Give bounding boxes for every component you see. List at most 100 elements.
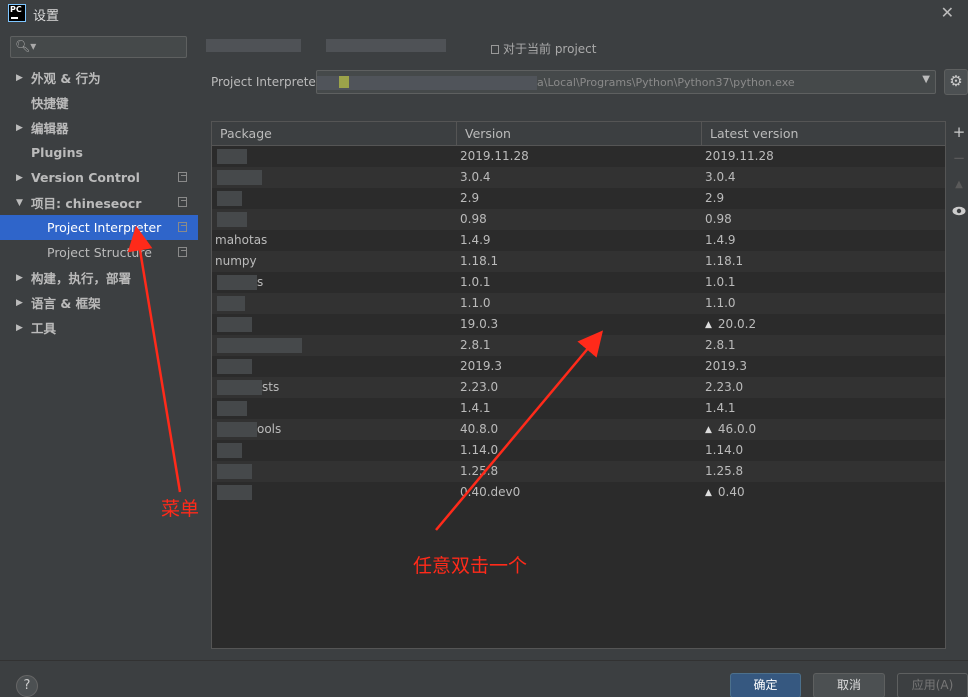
eye-icon[interactable]: [951, 203, 967, 219]
latest-version-cell: 0.98: [705, 209, 732, 230]
table-row[interactable]: 1.25.8 1.25.8: [212, 461, 945, 482]
latest-version-text: 20.0.2: [717, 317, 757, 331]
package-name-redacted: [217, 422, 257, 437]
latest-version-text: 1.4.9: [705, 233, 736, 247]
chevron-right-icon[interactable]: ▶: [16, 273, 23, 283]
close-icon[interactable]: ✕: [941, 3, 954, 22]
version-cell: 2.8.1: [460, 338, 491, 352]
chevron-right-icon[interactable]: ▶: [16, 323, 23, 333]
latest-version-cell: 1.25.8: [705, 461, 743, 482]
package-name-cell: ools: [257, 422, 282, 436]
remove-package-button[interactable]: −: [951, 150, 967, 166]
sidebar-item-build-execution-deployment[interactable]: ▶ 构建，执行，部署: [0, 265, 198, 290]
chevron-down-icon[interactable]: ▼: [16, 198, 23, 208]
table-row[interactable]: s 1.0.1 1.0.1: [212, 272, 945, 293]
package-name-redacted: [217, 338, 302, 353]
table-row[interactable]: mahotas 1.4.9 1.4.9: [212, 230, 945, 251]
version-cell: 2.23.0: [460, 380, 499, 394]
settings-search-input[interactable]: [35, 38, 183, 56]
package-name-redacted: [217, 464, 252, 479]
package-name-redacted: [217, 170, 262, 185]
table-row[interactable]: numpy 1.18.1 1.18.1: [212, 251, 945, 272]
chevron-down-icon[interactable]: ▼: [922, 74, 930, 85]
table-row[interactable]: 0.40.dev0 ▲ 0.40: [212, 482, 945, 503]
sidebar-item-project-interpreter[interactable]: Project Interpreter: [0, 215, 198, 240]
table-body: 2019.11.28 2019.11.28 3.0.4 3.0.4 2.9 2.9 0.98…: [212, 146, 945, 503]
ok-button[interactable]: 确定: [730, 673, 801, 697]
chevron-right-icon[interactable]: ▶: [16, 123, 23, 133]
latest-version-text: 2.9: [705, 191, 725, 205]
latest-version-cell: 2.9: [705, 188, 724, 209]
chevron-right-icon[interactable]: ▶: [16, 73, 23, 83]
package-name-cell: mahotas: [215, 233, 268, 247]
menu-annotation: 菜单: [161, 498, 200, 520]
latest-version-cell: 2.8.1: [705, 335, 736, 356]
table-row[interactable]: 2019.3 2019.3: [212, 356, 945, 377]
sidebar-item-project-chineseocr[interactable]: ▼ 项目: chineseocr: [0, 190, 198, 215]
latest-version-cell: 2.23.0: [705, 377, 743, 398]
scope-note: 对于当前 project: [491, 40, 596, 57]
table-row[interactable]: 2.8.1 2.8.1: [212, 335, 945, 356]
package-name-redacted: [217, 317, 252, 332]
sidebar-item-editor[interactable]: ▶ 编辑器: [0, 115, 198, 140]
table-row[interactable]: 3.0.4 3.0.4: [212, 167, 945, 188]
sidebar-item-tools[interactable]: ▶ 工具: [0, 315, 198, 340]
latest-version-cell: 2019.11.28: [705, 146, 774, 167]
help-button[interactable]: ?: [16, 675, 38, 697]
column-header-version[interactable]: Version: [457, 122, 702, 146]
settings-search-box[interactable]: 🔍︎▾: [10, 36, 187, 58]
latest-version-text: 1.1.0: [705, 296, 736, 310]
latest-version-text: 2019.3: [705, 359, 747, 373]
cancel-button[interactable]: 取消: [813, 673, 885, 697]
table-row[interactable]: 2.9 2.9: [212, 188, 945, 209]
sidebar-item-label: Plugins: [31, 145, 83, 160]
window-title: 设置: [33, 9, 60, 24]
sidebar-item-appearance-behavior[interactable]: ▶ 外观 & 行为: [0, 65, 198, 90]
table-row[interactable]: 1.14.0 1.14.0: [212, 440, 945, 461]
sidebar-item-keymap[interactable]: 快捷键: [0, 90, 198, 115]
table-row[interactable]: 19.0.3 ▲ 20.0.2: [212, 314, 945, 335]
interpreter-select[interactable]: a\Local\Programs\Python\Python37\python.…: [316, 70, 936, 94]
gear-icon[interactable]: ⚙: [944, 69, 968, 95]
package-name-cell: numpy: [215, 254, 257, 268]
sidebar-item-label: 工具: [31, 321, 57, 336]
latest-version-text: 1.4.1: [705, 401, 736, 415]
packages-table: Package Version Latest version 2019.11.2…: [211, 121, 946, 649]
column-header-package[interactable]: Package: [212, 122, 457, 146]
table-row[interactable]: sts 2.23.0 2.23.0: [212, 377, 945, 398]
latest-version-text: 46.0.0: [717, 422, 757, 436]
upgrade-package-button[interactable]: ▲: [951, 177, 967, 193]
add-package-button[interactable]: +: [951, 124, 967, 140]
latest-version-text: 1.0.1: [705, 275, 736, 289]
latest-version-text: 1.14.0: [705, 443, 744, 457]
package-name-redacted: [217, 380, 262, 395]
package-name-redacted: [217, 359, 252, 374]
sidebar-item-project-structure[interactable]: Project Structure: [0, 240, 198, 265]
upgrade-available-icon: ▲: [705, 425, 712, 435]
sidebar-item-version-control[interactable]: ▶ Version Control: [0, 165, 198, 190]
table-row[interactable]: 0.98 0.98: [212, 209, 945, 230]
chevron-right-icon[interactable]: ▶: [16, 298, 23, 308]
latest-version-text: 1.18.1: [705, 254, 744, 268]
latest-version-cell: 2019.3: [705, 356, 747, 377]
table-row[interactable]: 2019.11.28 2019.11.28: [212, 146, 945, 167]
sidebar-item-label: 编辑器: [31, 121, 69, 136]
version-cell: 1.4.1: [460, 401, 491, 415]
table-row[interactable]: 1.1.0 1.1.0: [212, 293, 945, 314]
interpreter-label: Project Interprete: [211, 75, 316, 89]
version-cell: 2019.3: [460, 359, 502, 373]
table-row[interactable]: ools 40.8.0 ▲ 46.0.0: [212, 419, 945, 440]
latest-version-cell: 1.18.1: [705, 251, 743, 272]
apply-button[interactable]: 应用(A): [897, 673, 968, 697]
project-scope-icon: [178, 247, 187, 257]
sidebar-item-label: 构建，执行，部署: [31, 271, 132, 286]
version-cell: 40.8.0: [460, 422, 499, 436]
version-cell: 0.40.dev0: [460, 485, 521, 499]
settings-sidebar: 🔍︎▾ ▶ 外观 & 行为 快捷键 ▶ 编辑器 Plugins ▶ Version Contr…: [0, 27, 198, 660]
chevron-right-icon[interactable]: ▶: [16, 173, 23, 183]
sidebar-item-languages-frameworks[interactable]: ▶ 语言 & 框架: [0, 290, 198, 315]
table-row[interactable]: 1.4.1 1.4.1: [212, 398, 945, 419]
sidebar-item-plugins[interactable]: Plugins: [0, 140, 198, 165]
column-header-latest-version[interactable]: Latest version: [702, 122, 945, 146]
version-cell: 1.4.9: [460, 233, 491, 247]
